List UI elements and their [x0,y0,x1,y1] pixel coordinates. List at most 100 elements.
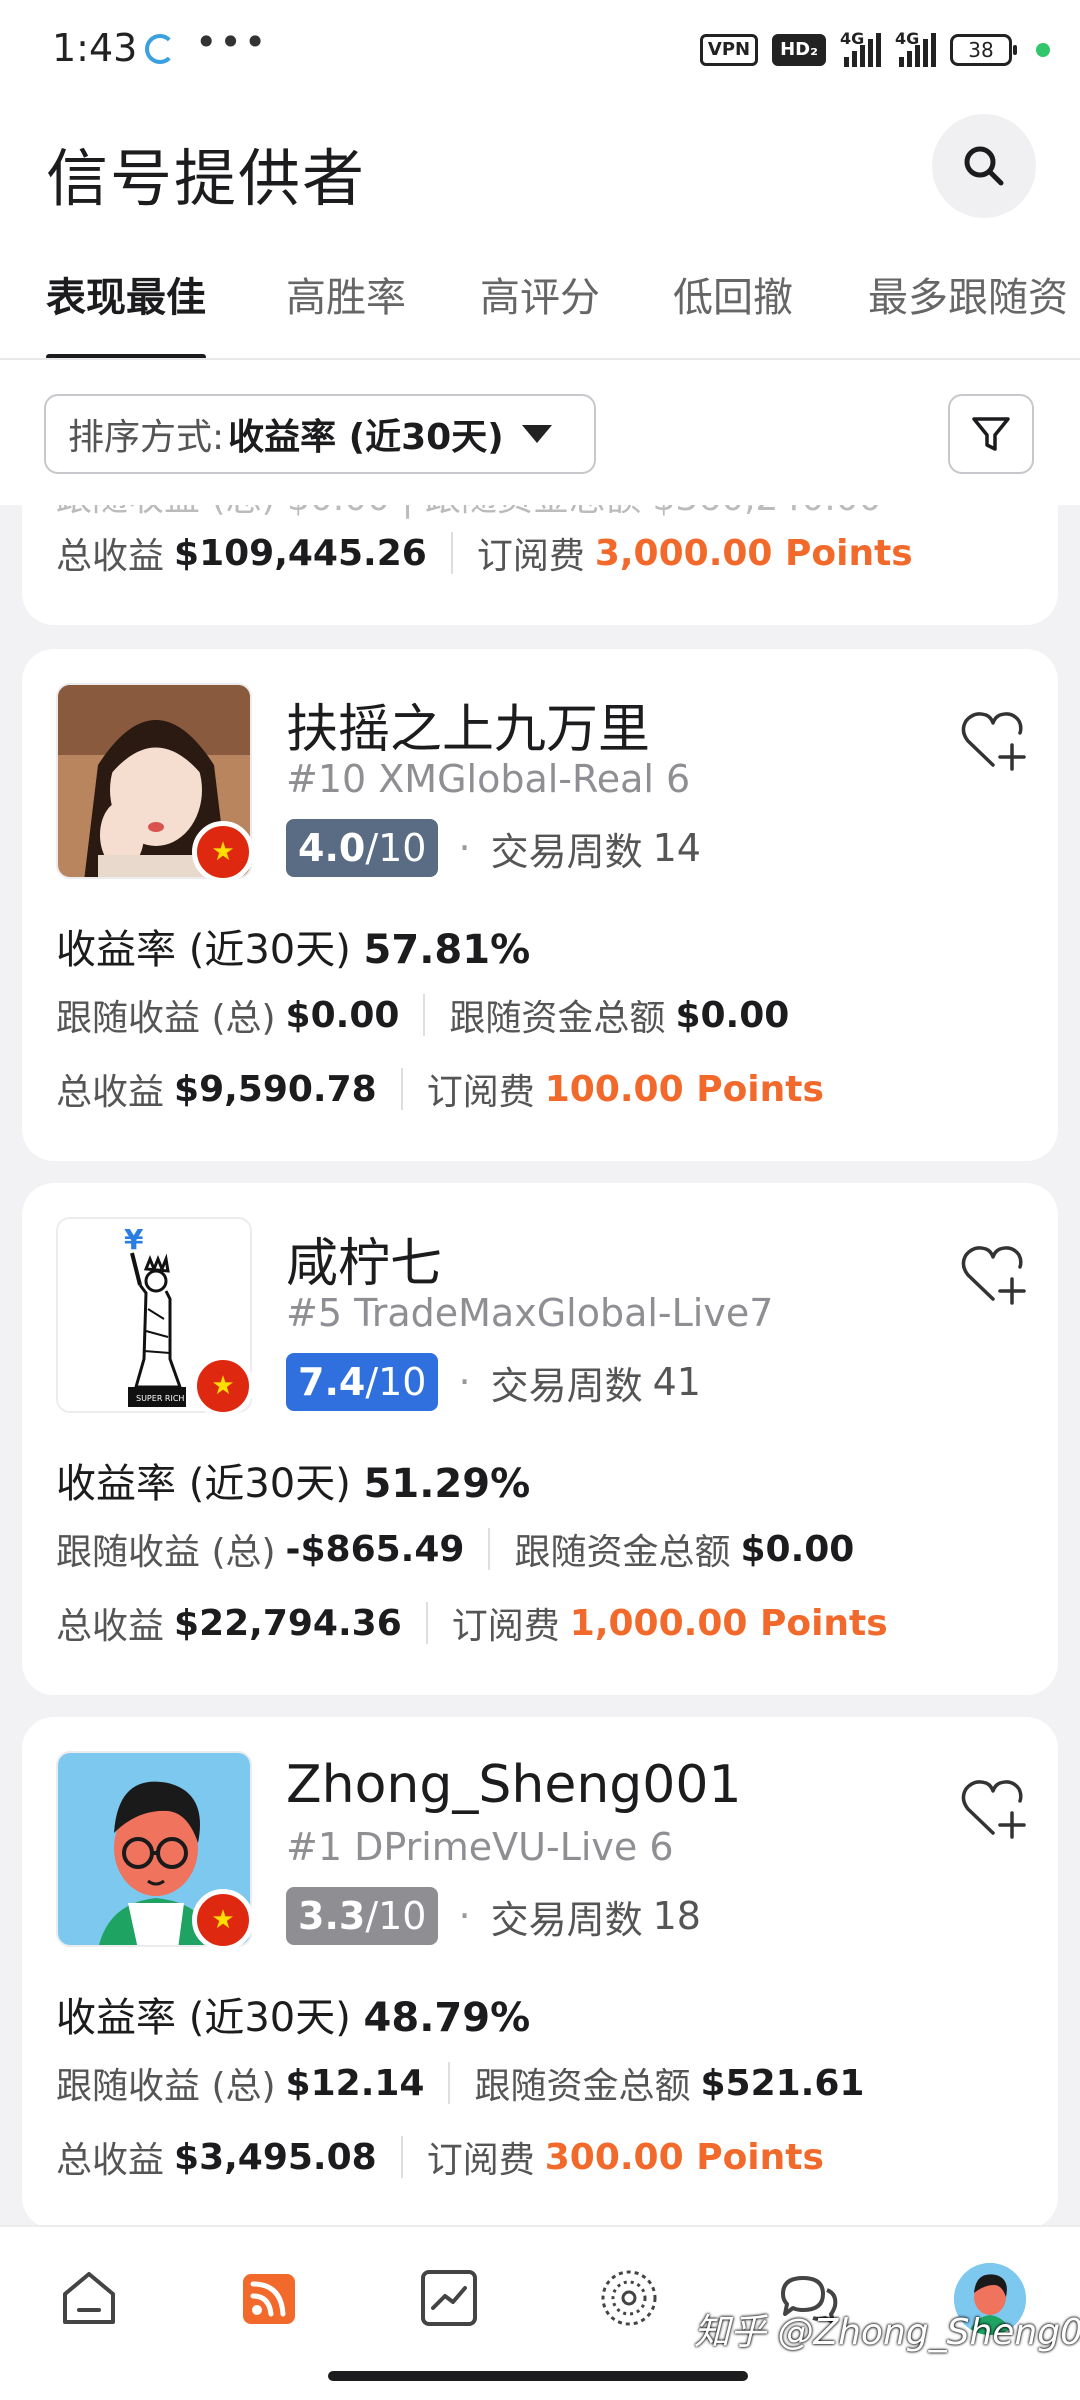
provider-card[interactable]: ¥ SUPER RICH ★ 咸柠七 #5 TradeMaxGlobal-Liv… [22,1183,1058,1695]
provider-card[interactable]: ★ 扶摇之上九万里 #10 XMGlobal-Real 6 4.0/10 · 交… [22,649,1058,1161]
nav-signals[interactable] [234,2263,304,2333]
favorite-add-icon[interactable] [958,1239,1028,1309]
subscription-value: 100.00 Points [544,1068,824,1110]
provider-server: #10 XMGlobal-Real 6 [286,757,691,801]
yield-label: 收益率 (近30天) [56,1995,351,2041]
score-row: 4.0/10 · 交易周数 14 [286,819,701,877]
hd-icon: HD₂ [772,34,826,66]
nav-market[interactable] [414,2263,484,2333]
divider [488,1528,491,1570]
yield-label: 收益率 (近30天) [56,927,351,973]
subscription-value: 3,000.00 Points [594,532,913,574]
total-income-value: $3,495.08 [174,2136,377,2178]
total-income-label: 总收益 [56,536,165,577]
gesture-home-bar[interactable] [328,2371,748,2381]
signal-icon-2: 4G [895,29,936,67]
page-title: 信号提供者 [46,142,367,215]
nav-home[interactable] [54,2263,124,2333]
provider-card[interactable]: ★ Zhong_Sheng001 #1 DPrimeVU-Live 6 3.3/… [22,1717,1058,2225]
score-row: 3.3/10 · 交易周数 18 [286,1887,701,1945]
score-badge: 3.3/10 [286,1887,439,1945]
dot-separator: · [458,826,471,870]
tab-high-win-rate[interactable]: 高胜率 [286,258,406,360]
trade-weeks-value: 14 [652,826,701,870]
score-row: 7.4/10 · 交易周数 41 [286,1353,701,1411]
divider [400,1068,403,1110]
score-max: /10 [365,826,427,870]
follower-row: 跟随收益 (总) -$865.49 跟随资金总额 $0.00 [56,1523,854,1575]
follower-income-value: $12.14 [285,2062,425,2104]
vpn-icon: VPN [699,34,759,66]
follower-row: 跟随收益 (总) $12.14 跟随资金总额 $521.61 [56,2057,864,2109]
score-badge: 7.4/10 [286,1353,439,1411]
watermark: 知乎 @Zhong_Sheng001 [694,2312,1080,2353]
follower-funds-value: $0.00 [675,994,790,1036]
tab-best-performance[interactable]: 表现最佳 [46,258,206,360]
trade-weeks-value: 18 [652,1894,701,1938]
income-row: 总收益 $22,794.36 订阅费 1,000.00 Points [56,1597,888,1649]
provider-server: #1 DPrimeVU-Live 6 [286,1825,674,1869]
score-value: 3.3 [298,1894,366,1938]
sync-icon [145,34,175,64]
trade-weeks-label: 交易周数 [490,829,643,874]
follower-row: 跟随收益 (总) $0.00 跟随资金总额 $0.00 [56,989,789,1041]
score-max: /10 [365,1360,427,1404]
tab-low-drawdown[interactable]: 低回撤 [673,258,793,360]
chart-icon [421,2270,477,2326]
follower-funds-label: 跟随资金总额 [514,1532,731,1573]
divider [400,2136,403,2178]
home-icon [63,2272,115,2324]
provider-name[interactable]: Zhong_Sheng001 [286,1755,742,1815]
tab-most-followers[interactable]: 最多跟随资 [868,258,1068,360]
category-tabs: 表现最佳 高胜率 高评分 低回撤 最多跟随资 [0,258,1080,360]
status-indicators: VPN HD₂ 4G 4G 38 [699,29,1050,70]
svg-text:¥: ¥ [124,1223,144,1256]
follower-funds-label: 跟随资金总额 [449,998,666,1039]
follower-income-label: 跟随收益 (总) [56,998,276,1039]
total-income-value: $9,590.78 [174,1068,377,1110]
total-income-label: 总收益 [56,1072,165,1113]
yield-row: 收益率 (近30天) 48.79% [56,1985,530,2043]
provider-card-partial[interactable]: 跟随收益 (总) $0.00 | 跟随资金总额 $360,240.00 总收益 … [22,505,1058,625]
follower-income-label: 跟随收益 (总) [56,1532,276,1573]
nav-discover[interactable] [594,2263,664,2333]
tab-high-rating[interactable]: 高评分 [480,258,600,360]
favorite-add-icon[interactable] [958,705,1028,775]
yield-row: 收益率 (近30天) 57.81% [56,917,530,975]
yield-value: 48.79% [363,1995,531,2041]
subscription-label: 订阅费 [451,1606,560,1647]
subscription-value: 1,000.00 Points [569,1602,888,1644]
privacy-indicator-icon [1036,43,1050,57]
income-row: 总收益 $9,590.78 订阅费 100.00 Points [56,1063,824,1115]
provider-list[interactable]: 跟随收益 (总) $0.00 | 跟随资金总额 $360,240.00 总收益 … [0,505,1080,2225]
total-income-label: 总收益 [56,2140,165,2181]
partial-top-text: 跟随收益 (总) $0.00 | 跟随资金总额 $360,240.00 [56,505,882,521]
subscription-label: 订阅费 [476,536,585,577]
stats-row: 总收益 $109,445.26 订阅费 3,000.00 Points [56,527,913,579]
total-income-value: $22,794.36 [174,1602,402,1644]
discover-globe-icon [601,2270,657,2326]
trade-weeks-label: 交易周数 [490,1363,643,1408]
yield-value: 57.81% [363,927,531,973]
follower-income-value: -$865.49 [285,1528,465,1570]
search-button[interactable] [932,114,1036,218]
filter-button[interactable] [948,394,1034,474]
page-header: 信号提供者 表现最佳 高胜率 高评分 低回撤 最多跟随资 [0,100,1080,360]
status-time: 1:43 [52,26,138,70]
trade-weeks-value: 41 [652,1360,701,1404]
sort-dropdown[interactable]: 排序方式: 收益率 (近30天) [44,394,596,474]
status-bar: 1:43 ••• VPN HD₂ 4G 4G 38 [0,0,1080,100]
divider [450,532,453,574]
provider-name[interactable]: 咸柠七 [286,1221,442,1296]
favorite-add-icon[interactable] [958,1773,1028,1843]
china-flag-icon: ★ [192,1355,254,1417]
trade-weeks-label: 交易周数 [490,1897,643,1942]
bottom-nav: 知乎 @Zhong_Sheng001 [0,2225,1080,2400]
follower-funds-value: $521.61 [700,2062,865,2104]
yield-label: 收益率 (近30天) [56,1461,351,1507]
provider-name[interactable]: 扶摇之上九万里 [286,687,650,762]
divider [425,1602,428,1644]
china-flag-icon: ★ [192,821,254,883]
subscription-value: 300.00 Points [544,2136,824,2178]
china-flag-icon: ★ [192,1889,254,1951]
